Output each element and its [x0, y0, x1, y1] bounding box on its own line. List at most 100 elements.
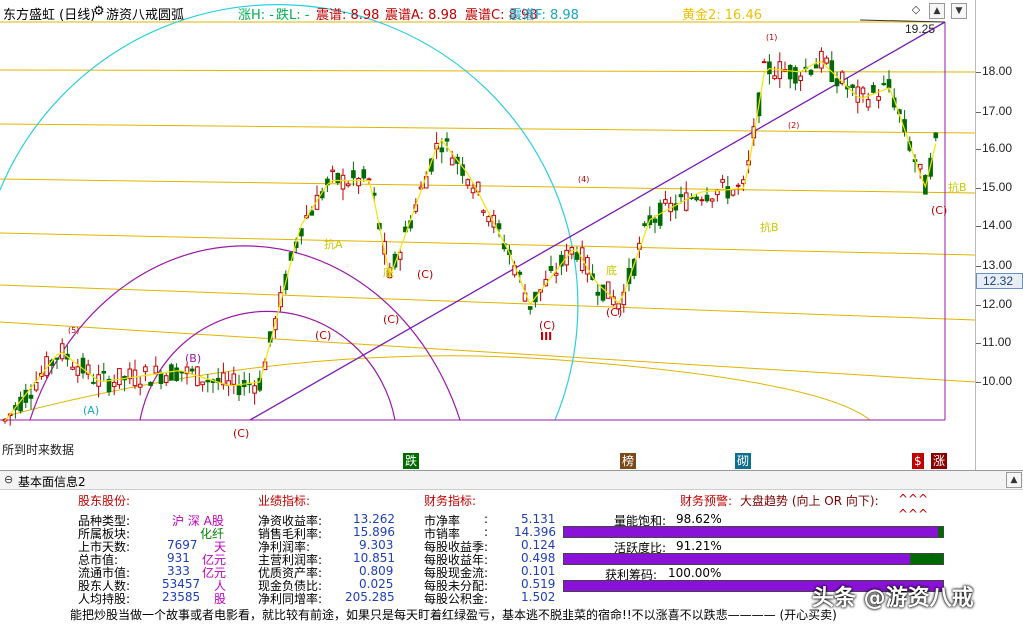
candle-body	[694, 196, 699, 201]
candle-body	[855, 86, 861, 103]
candle-body	[860, 87, 866, 95]
stock-name[interactable]: 东方盛虹 (日线)	[3, 4, 95, 23]
candle-body	[527, 306, 533, 310]
row-unit: 股	[214, 592, 227, 606]
candle-body	[117, 368, 122, 386]
candle-body	[683, 192, 689, 211]
wave-label-c4: (C)	[417, 268, 434, 281]
candle-body	[761, 61, 767, 64]
candle-body	[865, 99, 871, 108]
time-marker-2[interactable]: 榜	[620, 453, 637, 469]
panel-scroll-icon[interactable]: ▲	[1006, 472, 1022, 488]
candle-body	[652, 218, 658, 223]
candle-body	[132, 369, 138, 387]
row-label: 每股公积金:	[424, 592, 489, 606]
candle-body	[356, 178, 361, 187]
price-axis[interactable]: 18.00 17.00 16.00 15.00 14.00 13.00 12.0…	[975, 0, 1023, 470]
diamond-icon[interactable]: ◇	[909, 3, 923, 17]
indicator-value-zp: 震谱: 8.98	[316, 8, 380, 23]
time-marker-3[interactable]: 砌	[735, 453, 752, 469]
candle-body	[75, 366, 81, 376]
golden-line	[0, 69, 976, 73]
candle-body	[605, 281, 611, 299]
number-label-4: (4)	[578, 175, 590, 184]
golden-curve	[9, 355, 871, 421]
time-marker-bar: 跌 榜 砌 $ 涨	[0, 452, 975, 470]
volume-saturation-bar	[563, 526, 944, 538]
scroll-down-icon[interactable]: ▼	[951, 3, 967, 19]
candle-body	[772, 75, 777, 80]
time-marker-1[interactable]: 跌	[403, 453, 420, 469]
candle-body	[709, 198, 715, 202]
axis-tick-mark	[976, 343, 981, 344]
candle-body	[813, 64, 819, 69]
scroll-up-icon[interactable]: ▲	[929, 3, 945, 19]
axis-tick-label: 18.00	[982, 64, 1013, 78]
candle-body	[252, 385, 257, 394]
finance-header: 财务指标:	[424, 494, 477, 508]
settings-icon[interactable]: ⚙	[93, 4, 105, 19]
indicator-value-down: 跌L: -	[276, 8, 310, 23]
purple-arc-small	[139, 310, 396, 421]
golden-line	[0, 232, 976, 256]
row-value: 13.262	[353, 512, 395, 526]
candle-body	[720, 179, 725, 183]
candle-body	[876, 96, 881, 101]
row-label: 人均持股:	[78, 592, 131, 606]
warning-header: 财务预警:	[680, 494, 733, 508]
kline-chart-canvas[interactable]	[0, 0, 976, 470]
purple-arc-large	[29, 245, 461, 421]
candle-body	[678, 194, 684, 198]
golden-line	[0, 321, 976, 383]
collapse-icon[interactable]: ⊖	[4, 473, 13, 486]
candle-body	[169, 364, 174, 381]
axis-tick-label: 15.00	[982, 180, 1013, 194]
candle-body	[340, 174, 346, 190]
candle-body	[361, 169, 367, 179]
axis-tick-label: 13.00	[982, 258, 1013, 272]
wave-label-c2: (C)	[315, 329, 332, 342]
footer-quote: 能把炒股当做一个故事或者电影看，就比较有前途，如果只是每天盯着红绿盈亏，基本逃不…	[70, 608, 837, 622]
candle-body	[236, 385, 242, 396]
bottom-marker-2: 底	[606, 264, 617, 277]
candle-body	[111, 381, 117, 388]
row-value: 5.131	[521, 512, 556, 526]
info-panel-header[interactable]: ⊖ 基本面信息2 ▲	[0, 470, 1023, 490]
resist-a-label: 抗A	[324, 238, 343, 251]
candle-body	[101, 371, 107, 374]
golden-line	[0, 178, 976, 194]
candle-body	[470, 187, 476, 194]
candle-body	[481, 210, 486, 213]
kline-chart[interactable]	[0, 0, 976, 470]
candle-body	[595, 291, 601, 296]
wave-label-c7: (C)	[931, 204, 948, 217]
indicator-value-up: 涨H: -	[238, 8, 274, 23]
metric-value: 91.21%	[676, 539, 722, 553]
row-value: 931	[167, 551, 190, 565]
wave-label-a: (A)	[83, 404, 100, 417]
indicator-name[interactable]: 游资八戒圆弧	[106, 4, 184, 23]
candle-body	[70, 366, 75, 370]
axis-tick-label: 11.00	[982, 335, 1012, 349]
axis-tick-label: 16.00	[982, 141, 1013, 155]
peak-price-label: 19.25	[905, 22, 936, 36]
candle-body	[444, 138, 450, 142]
number-label-2: (2)	[788, 121, 800, 130]
axis-tick-mark	[976, 149, 981, 150]
candle-body	[871, 85, 876, 93]
candle-body	[730, 189, 736, 196]
candle-body	[189, 368, 195, 372]
wave-label-c3: (C)	[383, 313, 400, 326]
row-sep: :	[484, 525, 489, 539]
time-marker-5[interactable]: 涨	[931, 453, 948, 469]
time-marker-4[interactable]: $	[912, 453, 924, 469]
candle-body	[345, 183, 351, 187]
candle-body	[834, 78, 840, 87]
bar-remainder	[909, 554, 943, 564]
resist-b-label: 抗B	[760, 221, 779, 234]
candle-body	[486, 216, 491, 223]
candle-body	[767, 61, 772, 75]
trend-carets-2: ^^^	[898, 507, 929, 521]
row-value: 23585	[162, 590, 201, 604]
wave-label-c6: (C)	[606, 306, 623, 319]
